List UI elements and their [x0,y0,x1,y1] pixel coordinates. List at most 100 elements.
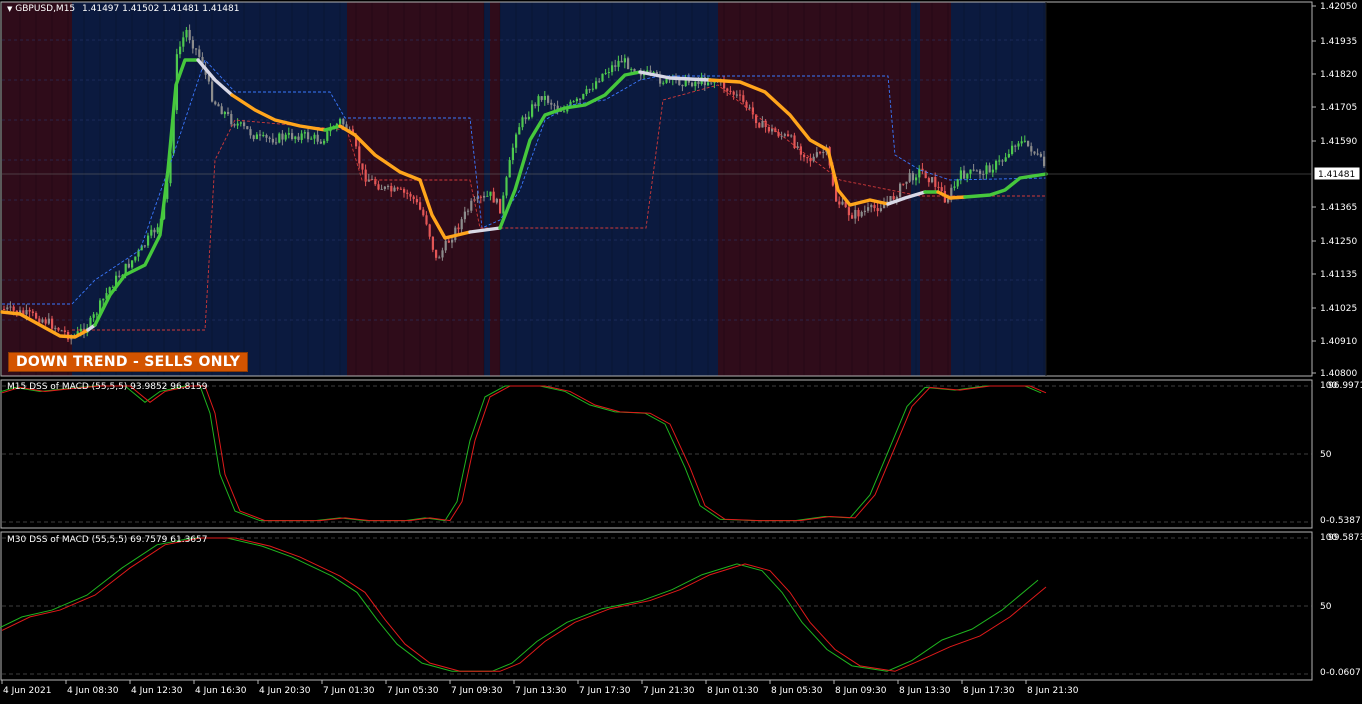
candle-body [47,318,50,324]
candle-body [499,198,502,214]
candle-body [393,187,396,192]
candle-body [847,207,850,216]
candle-body [553,104,556,106]
candle-body [726,88,729,91]
candle-body [60,330,63,332]
candle-body [630,68,633,70]
candle-body [502,195,505,214]
candle-body [534,104,537,107]
candle-body [198,49,201,57]
candle-body [934,177,937,187]
candle-body [259,134,262,136]
candle-body [758,123,761,128]
candle-body [406,192,409,194]
trend-zone-bull [72,2,347,376]
candle-body [249,129,252,136]
sub1-signal-line [0,385,1042,522]
candle-body [44,319,47,324]
candle-body [435,249,438,258]
sub2-title: M30 DSS of MACD (55,5,5) 69.7579 61.3657 [7,535,208,545]
candle-body [908,173,911,182]
candle-body [361,163,364,170]
candle-body [127,263,130,268]
price-tick-label: 1.41025 [1320,304,1357,314]
candle-body [1033,151,1036,154]
candle-body [79,328,82,332]
candle-body [185,29,188,38]
candle-body [550,102,553,105]
candle-body [415,198,418,203]
candle-body [623,58,626,63]
candle-body [419,202,422,210]
candle-body [3,309,6,310]
candle-body [547,95,550,103]
candle-body [1039,153,1042,157]
candle-body [444,240,447,251]
candle-body [243,122,246,127]
candle-body [307,132,310,140]
candle-body [979,170,982,174]
candle-body [265,135,268,138]
candle-body [975,170,978,172]
candle-body [873,205,876,209]
candle-body [607,72,610,74]
trend-zone-bear [2,2,72,376]
candle-body [323,140,326,144]
candle-body [598,81,601,83]
time-tick-label: 4 Jun 2021 [3,686,51,696]
candle-body [153,229,156,233]
candle-body [521,117,524,128]
candle-body [595,81,598,89]
candle-body [905,181,908,184]
candle-body [972,169,975,171]
price-tick-label: 1.41935 [1320,37,1357,47]
candle-body [35,312,38,319]
candle-body [902,183,905,185]
candle-body [518,127,521,135]
chart-window[interactable]: 1.42050 1.41935 1.41820 1.41705 1.41590 1.413… [0,0,1362,700]
candle-body [787,134,790,137]
candle-body [899,183,902,197]
candle-body [211,81,214,102]
candle-body [879,208,882,212]
candle-body [575,98,578,102]
chart-canvas[interactable]: 1.42050 1.41935 1.41820 1.41705 1.41590 1.413… [0,0,1362,700]
candle-body [748,107,751,109]
candle-body [783,134,786,136]
candle-body [991,169,994,173]
candle-body [515,134,518,148]
candle-body [281,133,284,140]
candle-body [383,186,386,189]
candle-body [982,173,985,175]
candle-body [495,198,498,203]
candle-body [489,191,492,196]
candle-body [313,134,316,139]
candle-body [396,187,399,189]
candle-body [531,104,534,117]
candle-body [387,185,390,187]
candle-body [812,156,815,162]
candle-body [543,95,546,100]
candle-body [822,152,825,154]
candle-body [588,89,591,91]
candle-body [463,211,466,220]
candle-body [761,120,764,128]
candle-body [1017,143,1020,147]
time-tick-label: 8 Jun 05:30 [771,686,823,696]
price-tick-label: 1.41135 [1320,270,1357,280]
candle-body [403,189,406,193]
candle-body [95,313,98,315]
candle-body [63,330,66,332]
time-tick-label: 7 Jun 17:30 [579,686,631,696]
candle-body [870,205,873,208]
candle-body [966,173,969,179]
candle-body [838,201,841,205]
candle-body [390,185,393,192]
chart-header: ▼ GBPUSD,M15 1.41497 1.41502 1.41481 1.4… [7,4,239,14]
candle-body [223,112,226,115]
triangle-down-icon[interactable]: ▼ [7,5,12,13]
price-tick-label: 1.40800 [1320,369,1357,379]
sub2-axis-mid: 50 [1320,602,1332,612]
candle-body [287,133,290,135]
candle-body [150,229,153,236]
